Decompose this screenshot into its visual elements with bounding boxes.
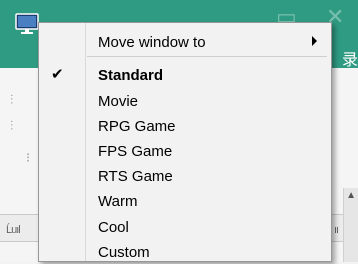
- menu-item-fps-game[interactable]: FPS Game: [41, 139, 329, 163]
- scroll-up-icon[interactable]: ▲: [346, 190, 356, 201]
- menu-item-label: Warm: [98, 193, 138, 210]
- menu-item-movie[interactable]: Movie: [41, 89, 329, 113]
- decorative-icon: ⁝: [26, 150, 31, 165]
- menu-item-label: RPG Game: [98, 118, 176, 135]
- menu-item-cool[interactable]: Cool: [41, 215, 329, 239]
- menu-item-label: FPS Game: [98, 143, 173, 160]
- menu-item-standard[interactable]: ✔ Standard: [41, 63, 329, 87]
- menu-separator: [87, 56, 327, 57]
- menu-item-label: Movie: [98, 93, 139, 110]
- menu-item-label: RTS Game: [98, 168, 173, 185]
- menu-item-rpg-game[interactable]: RPG Game: [41, 114, 329, 138]
- ruler-ticks-icon: ıı: [334, 224, 339, 236]
- menu-item-custom[interactable]: Custom: [41, 240, 329, 264]
- submenu-arrow-icon: [312, 36, 317, 46]
- equalizer-icon: ⫶: [10, 92, 14, 107]
- menu-item-warm[interactable]: Warm: [41, 189, 329, 213]
- menu-item-move-window-to[interactable]: Move window to: [41, 30, 329, 54]
- ruler-ticks-icon: Ĺuıl: [6, 224, 21, 236]
- menu-item-label: Cool: [98, 219, 129, 236]
- menu-item-label: Custom: [98, 244, 150, 261]
- check-icon: ✔: [51, 66, 64, 83]
- menu-item-label: Standard: [98, 67, 164, 84]
- menu-item-label: Move window to: [98, 34, 206, 51]
- equalizer-icon: ⫶: [10, 118, 14, 133]
- context-menu: Move window to ✔ Standard Movie RPG Game…: [38, 22, 332, 262]
- menu-item-rts-game[interactable]: RTS Game: [41, 164, 329, 188]
